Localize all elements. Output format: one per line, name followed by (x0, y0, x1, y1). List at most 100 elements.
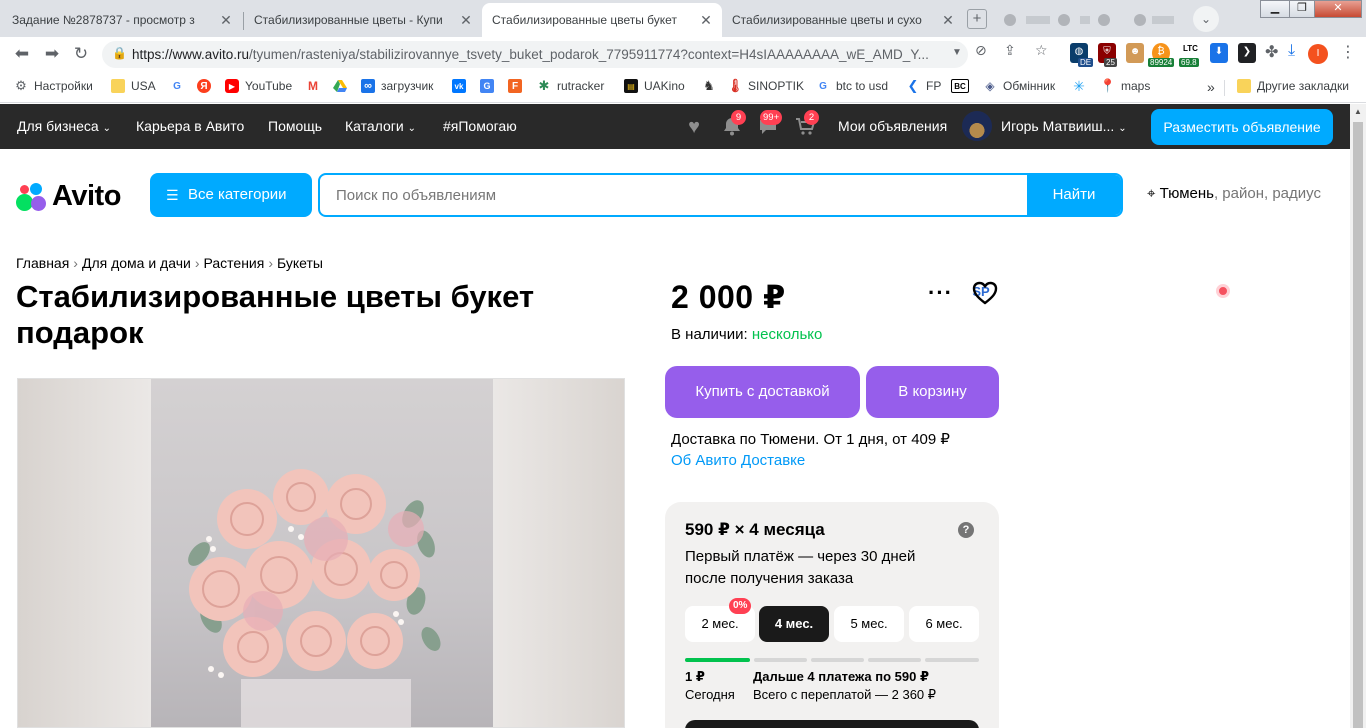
blocked-cookie-icon[interactable]: ⊘ (975, 42, 987, 59)
search-submit-button[interactable]: Найти (1027, 175, 1121, 215)
nav-my-ads[interactable]: Мои объявления (838, 118, 947, 134)
scroll-up-arrow-icon[interactable]: ▲ (1350, 104, 1366, 120)
bookmark-settings[interactable]: ⚙ Настройки (14, 78, 93, 93)
more-bookmarks-chevron-icon[interactable]: » (1207, 79, 1215, 95)
add-to-cart-button[interactable]: В корзину (866, 366, 999, 418)
bookmark-chess[interactable]: ♞ (702, 78, 716, 93)
bookmark-exchanger[interactable]: ◈ Обмінник (983, 79, 1055, 93)
new-tab-button[interactable]: + (967, 9, 987, 29)
bookmark-usa[interactable]: USA (111, 79, 156, 93)
bookmark-maps[interactable]: 📍 maps (1100, 78, 1150, 93)
overflow-tabs[interactable] (992, 3, 1182, 37)
breadcrumb-item[interactable]: Растения (204, 255, 265, 271)
tab-task[interactable]: SP Задание №2878737 - просмотр з ✕ (2, 3, 990, 299)
bookmark-gmail[interactable]: M (306, 79, 320, 93)
tab-search-chevron-icon[interactable]: ⌄ (1193, 6, 1219, 32)
profile-avatar[interactable]: I (1308, 44, 1328, 64)
kebab-menu-icon[interactable]: ⋮ (1340, 42, 1356, 62)
nav-help[interactable]: Помощь (268, 118, 322, 134)
payment-progress-segment (925, 658, 979, 662)
nav-careers[interactable]: Карьера в Авито (136, 118, 244, 134)
avito-logo[interactable]: Avito (16, 180, 121, 213)
folder-icon (111, 79, 125, 93)
close-window-button[interactable]: ✕ (1314, 0, 1362, 18)
back-arrow-icon[interactable]: ⬅ (10, 43, 34, 65)
bookmark-f[interactable]: F (508, 79, 522, 93)
f-icon: F (508, 79, 522, 93)
installment-checkout-button[interactable] (685, 720, 979, 728)
tab-close-icon[interactable]: ✕ (458, 12, 474, 29)
user-menu[interactable]: Игорь Матвииш... ⌄ (1001, 118, 1127, 134)
breadcrumb-item[interactable]: Для дома и дачи (82, 255, 191, 271)
installment-option-6[interactable]: 6 мес. (909, 606, 979, 642)
browser-tab-strip: SP Задание №2878737 - просмотр з ✕ Стаби… (0, 0, 1366, 299)
nav-for-business[interactable]: Для бизнеса ⌄ (17, 118, 111, 134)
tab-close-icon[interactable]: ✕ (698, 12, 714, 29)
scrollbar-thumb[interactable] (1353, 122, 1363, 728)
bookmark-uakino[interactable]: ▤ UAKino (624, 79, 685, 93)
installment-option-5[interactable]: 5 мес. (834, 606, 904, 642)
about-delivery-link[interactable]: Об Авито Доставке (671, 452, 805, 469)
payment-progress-paid (685, 658, 750, 662)
bc-icon: BC (951, 79, 969, 93)
face-extension-icon[interactable]: ☻ (1126, 43, 1144, 63)
share-icon[interactable]: ⇪ (1004, 42, 1016, 59)
bookmark-btc-to-usd[interactable]: Gbtc to usd (816, 79, 888, 93)
installment-option-4-selected[interactable]: 4 мес. (759, 606, 829, 642)
bookmark-other[interactable]: Другие закладки (1237, 79, 1349, 93)
bookmark-fp[interactable]: ❮ FP (906, 78, 942, 93)
bouquet-photo[interactable] (151, 379, 493, 727)
bookmark-label: SINOPTIK (748, 79, 805, 93)
address-bar[interactable]: 🔒 https://www.avito.ru/tyumen/rasteniya/… (102, 41, 968, 68)
help-question-icon[interactable]: ? (958, 522, 974, 538)
location-selector[interactable]: ⌖ Тюмень, район, радиус (1147, 185, 1321, 202)
bookmark-star-icon[interactable]: ☆ (1035, 42, 1048, 59)
buy-with-delivery-button[interactable]: Купить с доставкой (665, 366, 860, 418)
search-input[interactable] (320, 175, 1030, 215)
user-avatar[interactable] (962, 111, 992, 141)
post-ad-button[interactable]: Разместить объявление (1151, 109, 1333, 145)
nav-i-help[interactable]: #яПомогаю (443, 118, 517, 134)
bookmark-downloader[interactable]: ∞ загрузчик (361, 79, 433, 93)
browser-toolbar: ⬅ ➡ ↻ 🔒 https://www.avito.ru/tyumen/rast… (0, 37, 1366, 71)
bookmark-sparkle[interactable]: ✳ (1072, 77, 1086, 94)
bookmark-rutracker[interactable]: ✱ rutracker (537, 78, 605, 93)
minimize-button[interactable]: ▁ (1260, 0, 1290, 18)
more-options-icon[interactable]: ··· (928, 280, 953, 306)
url-text[interactable]: https://www.avito.ru/tyumen/rasteniya/st… (132, 47, 929, 62)
nav-catalogs[interactable]: Каталоги ⌄ (345, 118, 416, 134)
favorite-heart-icon[interactable] (971, 280, 999, 311)
bookmark-google[interactable]: G (170, 79, 184, 93)
puzzle-extensions-icon[interactable]: ✤ (1265, 42, 1278, 62)
arrow-extension-icon[interactable]: ❯ (1238, 43, 1256, 63)
downloads-icon[interactable]: ⤓ (1288, 42, 1295, 60)
tab-avito-loading[interactable]: Стабилизированные цветы и сухо ✕ (722, 3, 964, 37)
maximize-button[interactable]: ❐ (1289, 0, 1315, 18)
breadcrumb-separator: › (73, 255, 78, 271)
installment-description: Первый платёж — через 30 дней после полу… (685, 548, 916, 587)
tab-avito-listing-active[interactable]: Стабилизированные цветы букет ✕ (482, 3, 722, 37)
sparkle-icon: ✳ (1073, 77, 1085, 94)
tab-title: Стабилизированные цветы - Купи (254, 13, 443, 27)
listing-photo-gallery[interactable] (17, 378, 625, 728)
bookmark-bc[interactable]: BC (951, 79, 969, 93)
bookmark-drive[interactable] (333, 79, 347, 93)
tab-close-icon[interactable]: ✕ (218, 12, 234, 29)
tab-close-icon[interactable]: ✕ (940, 12, 956, 29)
bookmark-sinoptik[interactable]: 🌡 SINOPTIK (727, 78, 805, 93)
page-scrollbar[interactable]: ▲ (1350, 104, 1366, 728)
breadcrumb-item[interactable]: Букеты (277, 255, 323, 271)
bookmark-yandex[interactable]: Я (197, 79, 211, 93)
bookmark-vk[interactable]: vk (452, 79, 466, 93)
download-extension-icon[interactable]: ⬇ (1210, 43, 1228, 63)
tab-avito-search[interactable]: Стабилизированные цветы - Купи ✕ (244, 3, 1230, 298)
all-categories-button[interactable]: ☰ Все категории (150, 173, 312, 217)
bookmark-youtube[interactable]: ▶ YouTube (225, 79, 292, 93)
bookmark-translate[interactable]: G (480, 79, 494, 93)
reload-icon[interactable]: ↻ (69, 43, 93, 65)
forward-arrow-icon[interactable]: ➡ (40, 43, 64, 65)
favorites-heart-icon[interactable]: ♥ (682, 115, 706, 139)
notifications-count-badge: 9 (731, 110, 746, 125)
dropdown-triangle-icon[interactable]: ▼ (952, 47, 962, 58)
breadcrumb-item[interactable]: Главная (16, 255, 69, 271)
